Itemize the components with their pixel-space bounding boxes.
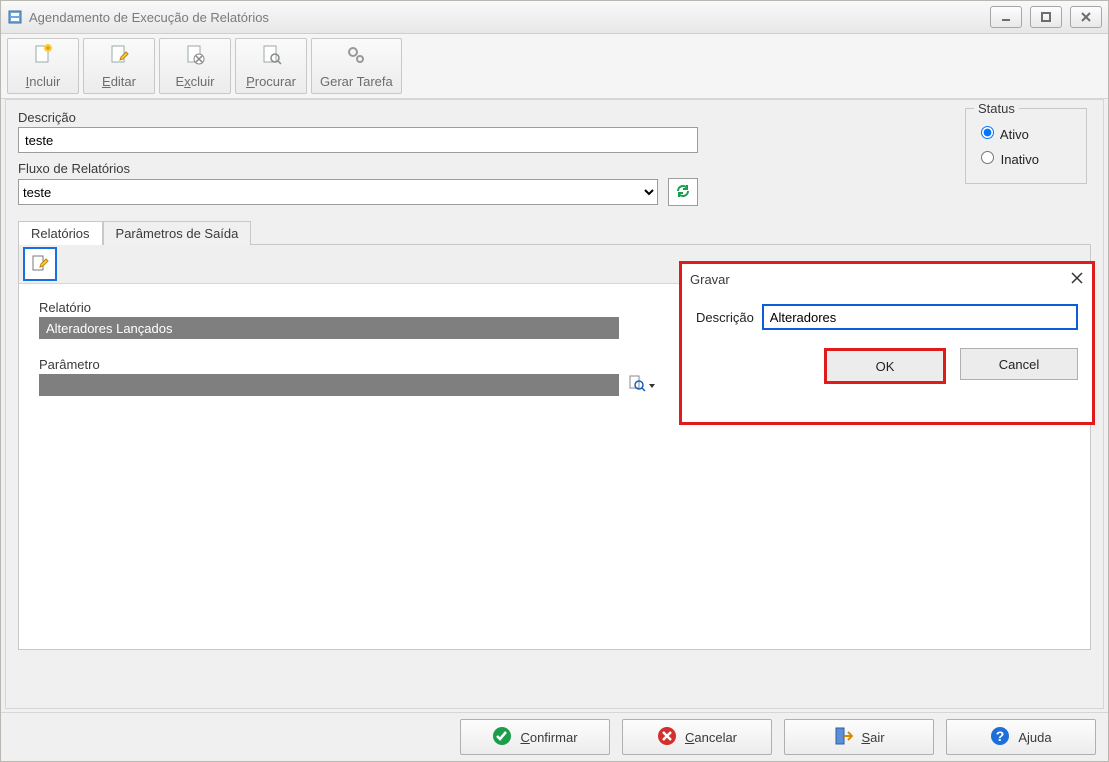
- minimize-button[interactable]: [990, 6, 1022, 28]
- edit-icon: [31, 254, 49, 275]
- close-button[interactable]: [1070, 6, 1102, 28]
- delete-document-icon: [183, 43, 207, 70]
- status-legend: Status: [974, 101, 1019, 116]
- descricao-label: Descrição: [18, 110, 698, 125]
- edit-document-icon: [107, 43, 131, 70]
- tab-strip: Relatórios Parâmetros de Saída: [18, 220, 1091, 244]
- tab-edit-button[interactable]: [23, 247, 57, 281]
- status-ativo-label: Ativo: [1000, 127, 1029, 142]
- editar-label: Editar: [102, 74, 136, 89]
- status-group: Status Ativo Inativo: [965, 108, 1087, 184]
- fluxo-select[interactable]: teste: [18, 179, 658, 205]
- status-inativo-label: Inativo: [1001, 152, 1039, 167]
- relatorio-field[interactable]: Alteradores Lançados: [39, 317, 619, 339]
- help-icon: ?: [990, 726, 1010, 749]
- ajuda-label: Ajuda: [1018, 730, 1051, 745]
- gravar-cancel-label: Cancel: [999, 357, 1039, 372]
- gerar-tarefa-label: Gerar Tarefa: [320, 74, 393, 89]
- titlebar: Agendamento de Execução de Relatórios: [1, 1, 1108, 34]
- exit-icon: [833, 726, 853, 749]
- refresh-icon: [675, 183, 691, 202]
- maximize-button[interactable]: [1030, 6, 1062, 28]
- gravar-title: Gravar: [690, 272, 730, 287]
- status-inativo-radio[interactable]: Inativo: [976, 148, 1076, 167]
- gravar-cancel-button[interactable]: Cancel: [960, 348, 1078, 380]
- close-icon: [1070, 273, 1084, 288]
- parametro-lookup-button[interactable]: [625, 374, 657, 396]
- sair-button[interactable]: Sair: [784, 719, 934, 755]
- refresh-button[interactable]: [668, 178, 698, 206]
- gravar-ok-button[interactable]: OK: [824, 348, 946, 384]
- procurar-label: Procurar: [246, 74, 296, 89]
- tab-relatorios[interactable]: Relatórios: [18, 221, 103, 245]
- window-title: Agendamento de Execução de Relatórios: [29, 10, 990, 25]
- excluir-button[interactable]: Excluir: [159, 38, 231, 94]
- tab-param-saida[interactable]: Parâmetros de Saída: [103, 221, 252, 245]
- gears-icon: [344, 43, 368, 70]
- excluir-label: Excluir: [175, 74, 214, 89]
- gerar-tarefa-button[interactable]: Gerar Tarefa: [311, 38, 402, 94]
- relatorio-value: Alteradores Lançados: [46, 321, 172, 336]
- parametro-field[interactable]: [39, 374, 619, 396]
- cross-circle-icon: [657, 726, 677, 749]
- chevron-down-icon: [648, 378, 656, 393]
- gravar-descricao-input[interactable]: [762, 304, 1078, 330]
- gravar-dialog: Gravar Descrição OK Cancel: [679, 261, 1095, 425]
- gravar-ok-label: OK: [876, 359, 895, 374]
- confirmar-button[interactable]: Confirmar: [460, 719, 610, 755]
- ajuda-button[interactable]: ? Ajuda: [946, 719, 1096, 755]
- gravar-titlebar: Gravar: [682, 264, 1092, 294]
- svg-text:?: ?: [996, 728, 1005, 744]
- app-icon: [7, 9, 23, 25]
- descricao-input[interactable]: [18, 127, 698, 153]
- incluir-button[interactable]: Incluir: [7, 38, 79, 94]
- magnifier-document-icon: [627, 374, 647, 397]
- new-document-icon: [31, 43, 55, 70]
- gravar-close-button[interactable]: [1070, 271, 1084, 288]
- bottom-bar: Confirmar Cancelar Sair ? Ajuda: [1, 712, 1108, 761]
- status-ativo-radio[interactable]: Ativo: [976, 123, 1076, 142]
- editar-button[interactable]: Editar: [83, 38, 155, 94]
- incluir-label: Incluir: [26, 74, 61, 89]
- main-toolbar: Incluir Editar Excluir Procurar Gerar Ta…: [1, 34, 1108, 99]
- search-document-icon: [259, 43, 283, 70]
- gravar-descricao-label: Descrição: [696, 310, 754, 325]
- procurar-button[interactable]: Procurar: [235, 38, 307, 94]
- app-window: Agendamento de Execução de Relatórios In…: [0, 0, 1109, 762]
- fluxo-label: Fluxo de Relatórios: [18, 161, 698, 176]
- window-controls: [990, 6, 1102, 28]
- cancelar-button[interactable]: Cancelar: [622, 719, 772, 755]
- check-circle-icon: [492, 726, 512, 749]
